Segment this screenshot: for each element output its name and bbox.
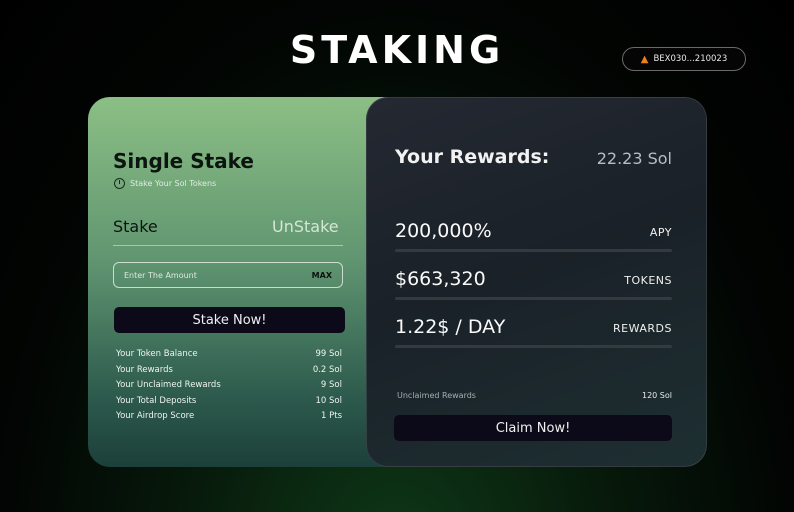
metric-value: 200,000% xyxy=(395,220,492,242)
stat-label: Your Unclaimed Rewards xyxy=(116,380,221,390)
metamask-fox-icon: ▲ xyxy=(640,53,649,65)
rewards-amount: 22.23 Sol xyxy=(596,149,672,168)
stat-label: Your Total Deposits xyxy=(116,395,197,406)
tab-divider xyxy=(113,245,343,246)
stat-label: Your Rewards xyxy=(116,364,173,375)
stat-value: 0.2 Sol xyxy=(312,364,342,375)
stake-panel-subtitle: Stake Your Sol Tokens xyxy=(114,178,216,189)
stat-label: Your Token Balance xyxy=(116,349,198,359)
stat-row: Your Rewards 0.2 Sol xyxy=(116,365,342,381)
unclaimed-label: Unclaimed Rewards xyxy=(397,391,476,400)
metric-divider xyxy=(395,297,672,300)
unclaimed-rewards-row: Unclaimed Rewards 120 Sol xyxy=(397,391,672,400)
metric-label: TOKENS xyxy=(624,274,672,287)
stake-panel: Single Stake Stake Your Sol Tokens Stake… xyxy=(88,97,388,467)
stat-value: 9 Sol xyxy=(320,380,342,390)
metric-divider xyxy=(395,345,672,348)
metric-label: APY xyxy=(649,226,672,239)
metric-value: 1.22$ / DAY xyxy=(395,316,506,338)
stat-value: 1 Pts xyxy=(321,411,342,421)
stat-row: Your Total Deposits 10 Sol xyxy=(116,396,342,412)
stake-panel-title: Single Stake xyxy=(113,149,254,173)
tab-unstake[interactable]: UnStake xyxy=(272,217,339,236)
stat-value: 99 Sol xyxy=(315,349,342,359)
unclaimed-value: 120 Sol xyxy=(641,391,672,400)
metric-divider xyxy=(395,249,672,252)
amount-input[interactable] xyxy=(124,270,274,280)
claim-now-button[interactable]: Claim Now! xyxy=(394,415,672,441)
stake-stats-list: Your Token Balance 99 Sol Your Rewards 0… xyxy=(116,349,342,427)
stat-label: Your Airdrop Score xyxy=(116,411,195,421)
max-button[interactable]: MAX xyxy=(312,271,332,280)
subtitle-text: Stake Your Sol Tokens xyxy=(130,179,217,188)
rewards-title: Your Rewards: xyxy=(395,146,550,168)
staking-card: Single Stake Stake Your Sol Tokens Stake… xyxy=(88,97,707,467)
clock-icon xyxy=(114,178,125,189)
metric-label: REWARDS xyxy=(613,322,672,335)
tab-stake[interactable]: Stake xyxy=(113,217,158,236)
rewards-panel: Your Rewards: 22.23 Sol 200,000% APY $66… xyxy=(366,97,707,467)
stat-value: 10 Sol xyxy=(315,395,342,406)
stat-row: Your Unclaimed Rewards 9 Sol xyxy=(116,380,342,396)
amount-field: MAX xyxy=(113,262,343,288)
metric-value: $663,320 xyxy=(395,268,486,290)
stat-row: Your Token Balance 99 Sol xyxy=(116,349,342,365)
wallet-address: BEX030...210023 xyxy=(653,54,728,64)
stake-now-button[interactable]: Stake Now! xyxy=(114,307,345,333)
stat-row: Your Airdrop Score 1 Pts xyxy=(116,411,342,427)
wallet-button[interactable]: ▲ BEX030...210023 xyxy=(622,47,746,71)
